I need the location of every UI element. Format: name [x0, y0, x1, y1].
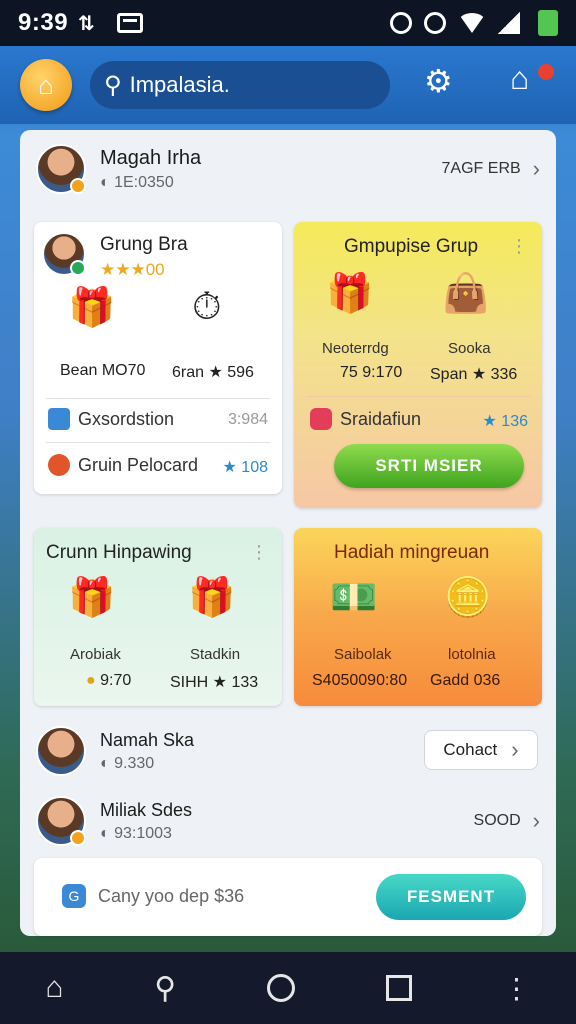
avatar [36, 144, 86, 194]
start-button[interactable]: SRTI MSIER [334, 444, 524, 488]
search-icon[interactable]: ⚲ [154, 971, 176, 1006]
card-title: Crunn Hinpawing [46, 542, 192, 563]
vote-icon [48, 454, 70, 476]
alarm-icon [390, 12, 412, 34]
home-icon[interactable]: ⌂ [45, 971, 63, 1005]
coin-icon: 🪙 [444, 577, 492, 619]
gear-icon[interactable]: ⚙ [424, 62, 453, 100]
gift-icon: 🎁 [68, 577, 116, 619]
more-icon[interactable]: ⋮ [503, 972, 531, 1005]
more-icon[interactable]: ⋮ [250, 542, 268, 563]
profile-sub: ◐ 93:1003 [100, 824, 172, 842]
item-value: S4050090:80 [312, 672, 408, 689]
search-icon: ⚲ [104, 71, 122, 99]
more-icon[interactable]: ⋮ [510, 236, 528, 257]
profile-sub: ◐ 1E:0350 [100, 173, 174, 191]
item-label: Bean MO70 [60, 362, 146, 379]
item-value: 75 9:170 [340, 364, 403, 381]
circle-icon[interactable] [267, 974, 296, 1002]
profile-right-label: SOOD [473, 812, 521, 829]
item-label: Neoterrdg [322, 340, 389, 357]
card-title: Hadiah mingreuan [334, 542, 490, 563]
item-label: Sooka [448, 340, 491, 357]
item-value: Gadd 036 [430, 672, 501, 689]
status-time: 9:39 [18, 9, 69, 36]
avatar [36, 726, 86, 776]
deposit-card: G Cany yoo dep $36 FESMENT [34, 858, 542, 936]
row-value: ★ 108 [222, 459, 268, 476]
app-icon: G [62, 884, 86, 908]
settings-icon [424, 12, 446, 34]
chevron-right-icon: › [511, 737, 519, 762]
divider [46, 398, 270, 399]
item-value: ● 9:70 [86, 672, 132, 689]
avatar [36, 796, 86, 846]
item-label: Saibolak [334, 646, 392, 663]
badge-icon [70, 178, 86, 194]
app-icon [310, 408, 332, 430]
badge-icon [70, 830, 86, 846]
profile-sub: ◐ 9.330 [100, 754, 155, 772]
house-icon[interactable]: ⌂ [510, 60, 529, 97]
chevron-right-icon[interactable]: › [533, 156, 540, 182]
badge-icon [70, 260, 86, 276]
profile-row[interactable]: Miliak Sdes ◐ 93:1003 SOOD › [20, 786, 556, 856]
search-input[interactable]: Impalasia. [130, 72, 230, 98]
profile-name: Namah Ska [100, 729, 195, 750]
item-label: Arobiak [70, 646, 121, 663]
profile-name: Miliak Sdes [100, 799, 193, 820]
navigation-bar: ⌂ ⚲ ⋮ [0, 952, 576, 1024]
card-title: Grung Bra [100, 234, 188, 255]
divider [306, 396, 530, 397]
deposit-text: Cany yoo dep $36 [98, 886, 245, 906]
wifi-icon [458, 13, 486, 33]
group-card[interactable]: Grung Bra ★★★00 🎁 ⏱ Bean MO70 6ran ★ 596… [34, 222, 282, 494]
row-text: Gruin Pelocard [78, 455, 199, 475]
stopwatch-icon: ⏱ [192, 286, 222, 328]
battery-icon [538, 10, 558, 36]
search-bar[interactable]: ⚲ Impalasia. [90, 61, 390, 109]
profile-right-label: 7AGF ERB [441, 160, 521, 177]
profile-name: Magah Irha [100, 146, 202, 169]
app-bar: ⌂ ⚲ Impalasia. [0, 46, 576, 124]
gift-icon: 🎁 [326, 273, 374, 315]
promise-group-card[interactable]: Gmpupise Grup ⋮ 🎁 👜 Neoterrdg Sooka 75 9… [294, 222, 542, 508]
contact-button[interactable]: Cohact › [424, 730, 538, 770]
square-icon[interactable] [385, 975, 412, 1001]
gift-icon: 🎁 [188, 577, 236, 619]
money-icon: 💵 [330, 577, 378, 619]
home-icon: ⌂ [38, 69, 54, 100]
row-value: ★ 136 [482, 413, 528, 430]
payment-button[interactable]: FESMENT [376, 874, 526, 920]
home-button[interactable]: ⌂ [20, 59, 72, 111]
signal-icon [498, 12, 520, 34]
status-icons [390, 10, 558, 36]
notification-dot [538, 64, 554, 80]
item-label: Stadkin [190, 646, 241, 663]
divider [46, 442, 270, 443]
edit-icon [48, 408, 70, 430]
gift-icon: 🎁 [68, 287, 116, 329]
item-value: Span ★ 336 [430, 366, 518, 383]
notification-icon [116, 13, 143, 33]
star-rating: ★★★00 [100, 260, 165, 279]
item-value: 6ran ★ 596 [172, 364, 254, 381]
weekly-reward-card[interactable]: Hadiah mingreuan 💵 🪙 Saibolak lotolnia S… [294, 528, 542, 706]
bag-icon: 👜 [442, 273, 490, 315]
data-saver-icon: ⇅ [78, 12, 95, 35]
item-value: SIHH ★ 133 [170, 674, 259, 691]
hinpawing-card[interactable]: Crunn Hinpawing ⋮ 🎁 🎁 Arobiak Stadkin ● … [34, 528, 282, 706]
row-text: Sraidafiun [340, 409, 422, 429]
item-label: lotolnia [448, 646, 496, 663]
row-text: Gxsordstion [78, 409, 175, 429]
chevron-right-icon[interactable]: › [533, 808, 540, 834]
row-value: 3:984 [227, 411, 268, 428]
avatar [42, 232, 86, 276]
profile-row-top[interactable]: Magah Irha ◐ 1E:0350 7AGF ERB › [20, 134, 556, 204]
card-title: Gmpupise Grup [344, 236, 479, 257]
status-bar: 9:39 ⇅ [0, 0, 576, 46]
